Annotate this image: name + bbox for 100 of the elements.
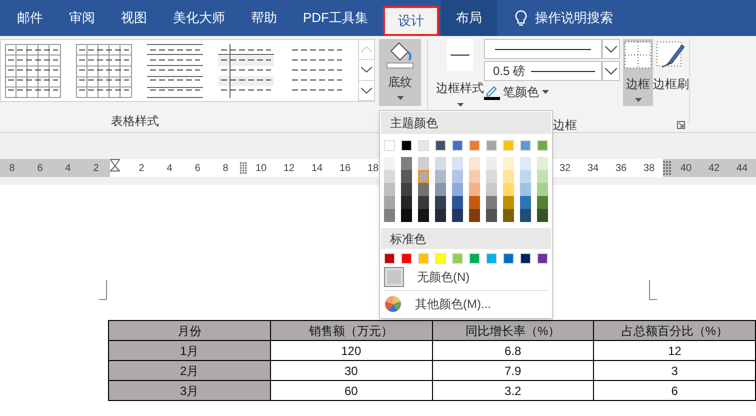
dropdown-button[interactable] (602, 61, 620, 81)
color-swatch[interactable] (401, 140, 412, 151)
color-swatch[interactable] (486, 183, 497, 196)
color-swatch[interactable] (401, 170, 412, 183)
color-swatch[interactable] (452, 253, 463, 264)
ruler-number: 12 (282, 162, 296, 176)
color-swatch[interactable] (520, 170, 531, 183)
color-swatch[interactable] (520, 140, 531, 151)
color-swatch[interactable] (537, 196, 548, 209)
color-swatch[interactable] (418, 183, 429, 196)
ribbon-tab[interactable]: PDF工具集 (290, 3, 381, 33)
color-swatch[interactable] (418, 157, 429, 170)
color-swatch[interactable] (435, 196, 446, 209)
color-swatch[interactable] (384, 157, 395, 170)
color-swatch[interactable] (503, 170, 514, 183)
color-swatch[interactable] (401, 196, 412, 209)
color-swatch[interactable] (469, 209, 480, 222)
color-swatch[interactable] (486, 253, 497, 264)
color-swatch[interactable] (418, 209, 429, 222)
color-swatch[interactable] (520, 183, 531, 196)
color-swatch[interactable] (384, 209, 395, 222)
color-swatch[interactable] (435, 140, 446, 151)
color-swatch[interactable] (486, 196, 497, 209)
color-swatch[interactable] (503, 209, 514, 222)
color-swatch[interactable] (384, 140, 395, 151)
color-swatch[interactable] (469, 140, 480, 151)
color-swatch[interactable] (503, 157, 514, 170)
color-swatch[interactable] (520, 253, 531, 264)
color-swatch[interactable] (469, 170, 480, 183)
color-swatch[interactable] (486, 157, 497, 170)
color-swatch[interactable] (486, 140, 497, 151)
ribbon-tab[interactable]: 邮件 (4, 3, 56, 33)
color-swatch[interactable] (384, 253, 395, 264)
more-colors-item[interactable]: 其他颜色(M)... (380, 293, 552, 315)
color-swatch[interactable] (520, 196, 531, 209)
color-swatch[interactable] (452, 209, 463, 222)
shading-button[interactable]: 底纹 (379, 39, 421, 106)
color-swatch[interactable] (401, 157, 412, 170)
color-swatch[interactable] (435, 209, 446, 222)
color-swatch[interactable] (503, 253, 514, 264)
color-swatch[interactable] (537, 183, 548, 196)
color-swatch[interactable] (418, 140, 429, 151)
pen-icon (484, 84, 500, 100)
ribbon-tab[interactable]: 帮助 (238, 3, 290, 33)
table-style-thumbnail[interactable] (218, 44, 274, 98)
color-swatch[interactable] (401, 209, 412, 222)
ribbon-tab[interactable]: 视图 (108, 3, 160, 33)
border-styles-button[interactable]: 边框样式 (436, 39, 484, 107)
ruler-number: 44 (735, 162, 749, 176)
color-swatch[interactable] (401, 183, 412, 196)
color-swatch[interactable] (384, 170, 395, 183)
color-swatch[interactable] (469, 157, 480, 170)
caret-icon (456, 103, 464, 107)
border-painter-button[interactable]: 边框刷 (653, 39, 689, 106)
color-swatch[interactable] (452, 170, 463, 183)
ribbon-tab[interactable]: 设计 (383, 6, 439, 36)
borders-button[interactable]: 边框 (623, 39, 653, 106)
margin-marker-icon[interactable] (240, 161, 247, 175)
color-swatch[interactable] (537, 157, 548, 170)
color-swatch[interactable] (469, 183, 480, 196)
color-swatch[interactable] (401, 253, 412, 264)
margin-marker-icon[interactable] (663, 161, 672, 175)
color-swatch[interactable] (520, 157, 531, 170)
color-swatch[interactable] (503, 196, 514, 209)
dropdown-button[interactable] (602, 39, 620, 59)
table-cell: 3月 (108, 380, 270, 400)
color-swatch[interactable] (435, 170, 446, 183)
color-swatch[interactable] (503, 183, 514, 196)
table-style-thumbnail[interactable] (5, 44, 61, 98)
color-swatch[interactable] (469, 253, 480, 264)
color-swatch[interactable] (384, 183, 395, 196)
color-swatch[interactable] (537, 140, 548, 151)
color-swatch[interactable] (537, 170, 548, 183)
table-style-thumbnail[interactable] (76, 44, 132, 98)
color-swatch[interactable] (452, 183, 463, 196)
color-swatch[interactable] (537, 253, 548, 264)
color-swatch[interactable] (418, 196, 429, 209)
color-swatch[interactable] (452, 140, 463, 151)
color-swatch[interactable] (384, 196, 395, 209)
ribbon-tab[interactable]: 审阅 (56, 3, 108, 33)
ribbon-tab[interactable]: 美化大师 (160, 3, 238, 33)
table-style-thumbnail[interactable] (147, 44, 203, 98)
color-swatch[interactable] (503, 140, 514, 151)
color-swatch[interactable] (486, 209, 497, 222)
color-swatch[interactable] (537, 209, 548, 222)
line-style-dropdown[interactable] (484, 39, 602, 59)
color-swatch[interactable] (435, 157, 446, 170)
tell-me-search[interactable]: 操作说明搜索 (535, 8, 613, 28)
line-weight-dropdown[interactable]: 0.5 磅 (484, 61, 602, 81)
color-swatch[interactable] (452, 196, 463, 209)
color-swatch[interactable] (418, 253, 429, 264)
no-color-item[interactable]: 无颜色(N) (380, 266, 552, 288)
pen-color-button[interactable]: 笔颜色 (484, 83, 620, 101)
color-swatch[interactable] (435, 253, 446, 264)
color-swatch[interactable] (452, 157, 463, 170)
dialog-launcher-icon[interactable] (677, 121, 685, 129)
color-swatch[interactable] (435, 183, 446, 196)
color-swatch[interactable] (520, 209, 531, 222)
color-swatch[interactable] (486, 170, 497, 183)
color-swatch[interactable] (469, 196, 480, 209)
